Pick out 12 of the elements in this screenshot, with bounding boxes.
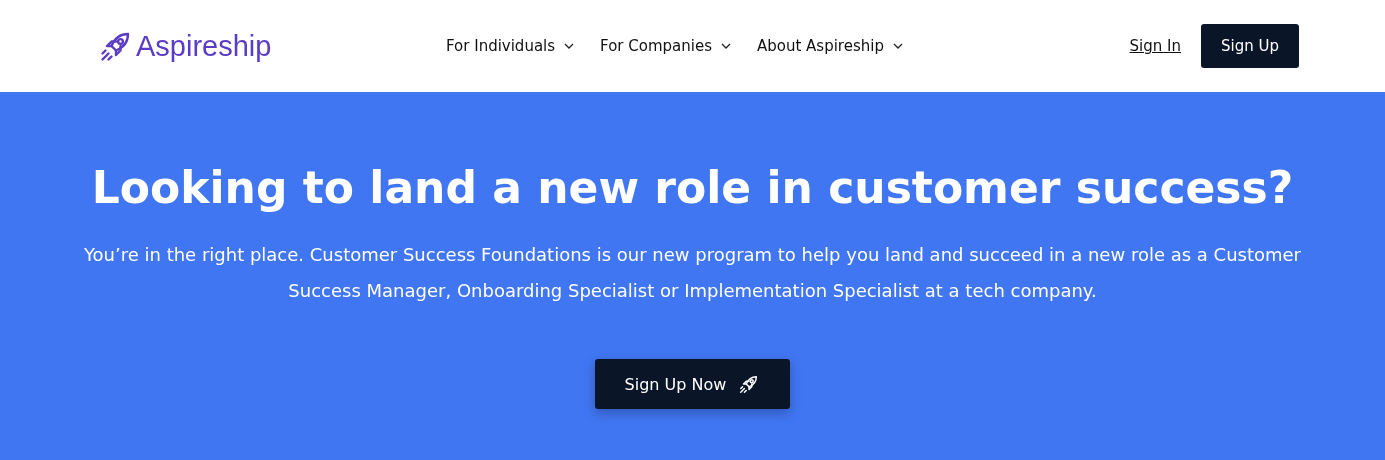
nav-menu-item[interactable]: For Companies xyxy=(600,37,731,55)
sign-in-link[interactable]: Sign In xyxy=(1129,37,1181,55)
nav-menu-item[interactable]: For Individuals xyxy=(446,37,575,55)
chevron-down-icon xyxy=(892,43,903,49)
logo-text[interactable]: Aspireship xyxy=(136,29,272,63)
hero-text: You’re in the right place. Customer Success Foundations is our new program to help you land and succeed in a new role as a Customer Success Manager, Onboarding Specialist or Implementation Specialist at a tech company. xyxy=(82,243,1303,303)
chevron-down-icon xyxy=(721,43,731,49)
sign-up-button[interactable]: Sign Up xyxy=(1201,24,1299,68)
chevron-down-icon xyxy=(564,43,575,49)
sign-up-now-button[interactable]: Sign Up Now xyxy=(594,359,791,409)
nav-menu-item[interactable]: About Aspireship xyxy=(757,37,903,55)
hero-title: Looking to land a new role in customer success? xyxy=(91,162,1294,213)
